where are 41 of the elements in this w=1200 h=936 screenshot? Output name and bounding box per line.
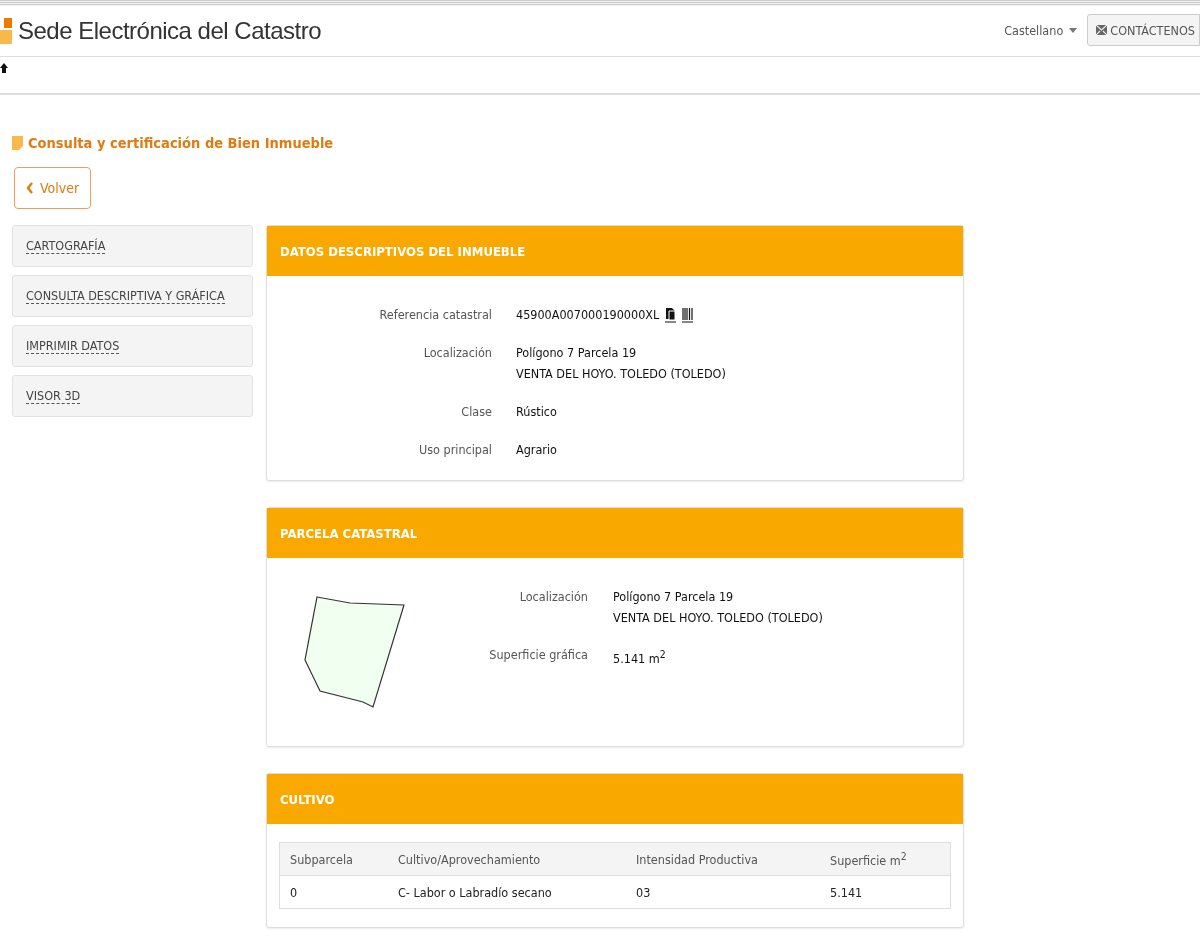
panel-title: DATOS DESCRIPTIVOS DEL INMUEBLE xyxy=(280,243,526,259)
column-header: Cultivo/Aprovechamiento xyxy=(388,842,626,876)
table-cell: 03 xyxy=(626,875,820,909)
home-icon[interactable] xyxy=(0,63,8,73)
column-header: Superficie m$^{2}$ xyxy=(820,842,951,876)
field-label: Uso principal xyxy=(417,441,492,459)
contact-button[interactable]: CONTÁCTENOS xyxy=(1087,14,1200,46)
table-cell: C- Labor o Labradío secano xyxy=(388,875,626,909)
field-value: 5.141 m$^{2}$ xyxy=(613,647,666,669)
envelope-icon xyxy=(1096,25,1108,35)
field-label: Referencia catastral xyxy=(378,306,492,324)
sidebar-item[interactable]: VISOR 3D xyxy=(12,375,253,417)
table-cell: 5.141 xyxy=(820,875,951,909)
field-value: VENTA DEL HOYO. TOLEDO (TOLEDO) xyxy=(516,365,726,383)
caret-icon xyxy=(1069,27,1078,33)
chevron-left-icon xyxy=(26,182,34,194)
copy-icon[interactable] xyxy=(665,306,677,323)
field-label: Localización xyxy=(422,344,492,362)
logo-icon xyxy=(0,18,12,44)
field-value: Polígono 7 Parcela 19 xyxy=(613,588,734,606)
site-title: Sede Electrónica del Catastro xyxy=(18,17,321,45)
column-header: Intensidad Productiva xyxy=(626,842,820,876)
column-header: Subparcela xyxy=(279,842,388,876)
field-value: Polígono 7 Parcela 19 xyxy=(516,344,637,362)
field-label: Clase xyxy=(460,403,492,421)
page-title: Consulta y certificación de Bien Inmueble xyxy=(28,135,334,151)
field-label: Superficie gráfica xyxy=(488,646,588,664)
language-selector[interactable]: Castellano xyxy=(1004,22,1078,38)
field-label: Localización xyxy=(518,588,588,606)
sidebar-item[interactable]: CONSULTA DESCRIPTIVA Y GRÁFICA xyxy=(12,275,253,317)
table-cell: 0 xyxy=(279,875,388,909)
field-value: VENTA DEL HOYO. TOLEDO (TOLEDO) xyxy=(613,609,823,627)
barcode-icon[interactable] xyxy=(682,306,694,323)
field-value: Rústico xyxy=(516,403,557,421)
document-icon xyxy=(12,136,23,150)
sidebar-item[interactable]: IMPRIMIR DATOS xyxy=(12,325,253,367)
sidebar-item[interactable]: CARTOGRAFÍA xyxy=(12,225,253,267)
panel-title: PARCELA CATASTRAL xyxy=(280,525,418,541)
field-value: Agrario xyxy=(516,441,557,459)
panel-title: CULTIVO xyxy=(280,791,335,807)
field-value: 45900A007000190000XL xyxy=(516,306,660,324)
